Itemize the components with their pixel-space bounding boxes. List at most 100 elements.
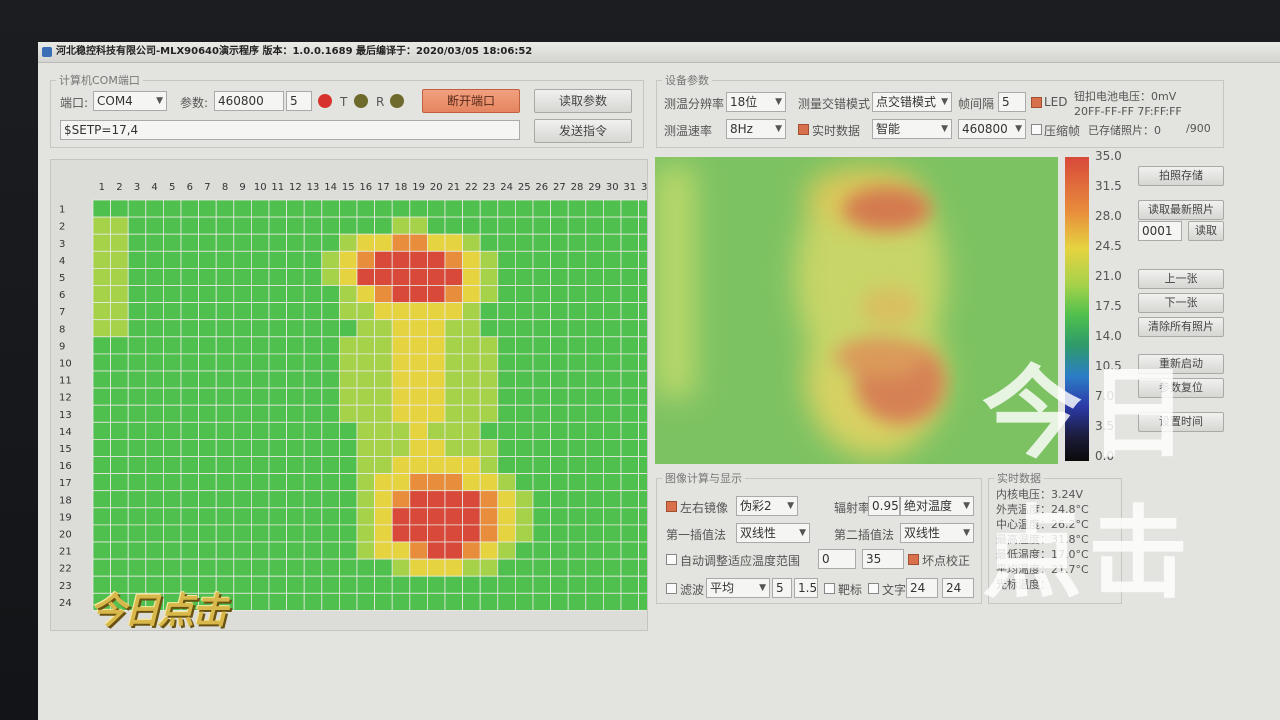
grid-col-header: 12 xyxy=(289,182,302,193)
grid-cell xyxy=(356,285,376,304)
target-checkbox[interactable] xyxy=(824,583,835,594)
temp-mode-select[interactable]: 绝对温度 ▼ xyxy=(900,496,974,516)
photo-save-button[interactable]: 拍照存储 xyxy=(1138,166,1224,186)
grid-cell xyxy=(462,575,481,594)
grid-cell xyxy=(110,285,129,304)
photo-index-input[interactable]: 0001 xyxy=(1138,221,1182,241)
grid-row-header: 6 xyxy=(59,290,65,301)
prev-photo-button[interactable]: 上一张 xyxy=(1138,269,1224,289)
grid-cell xyxy=(163,216,182,235)
grid-cell xyxy=(145,336,164,355)
palette-select[interactable]: 伪彩2 ▼ xyxy=(736,496,798,516)
grid-cell xyxy=(479,285,499,304)
text-size-a-input[interactable]: 24 xyxy=(906,578,938,598)
grid-cell xyxy=(462,541,481,560)
grid-cell xyxy=(198,302,217,321)
realtime-checkbox[interactable] xyxy=(798,124,809,135)
interleave-select[interactable]: 点交错模式 ▼ xyxy=(872,92,952,112)
filter-k-input[interactable]: 1.5 xyxy=(794,578,818,598)
rate-select[interactable]: 8Hz ▼ xyxy=(726,119,786,139)
device-baud-select[interactable]: 460800 ▼ xyxy=(958,119,1026,139)
grid-cell xyxy=(356,353,376,372)
grid-cell xyxy=(356,387,376,406)
grid-cell xyxy=(391,387,411,406)
text-size-b-input[interactable]: 24 xyxy=(942,578,974,598)
grid-cell xyxy=(127,490,147,509)
grid-cell xyxy=(426,421,446,440)
interp2-select[interactable]: 双线性 ▼ xyxy=(900,523,974,543)
grid-cell xyxy=(127,336,147,355)
send-command-button[interactable]: 发送指令 xyxy=(534,119,632,143)
read-latest-photo-button[interactable]: 读取最新照片 xyxy=(1138,200,1224,220)
grid-cell xyxy=(250,302,270,321)
grid-cell xyxy=(638,216,647,235)
command-input[interactable]: $SETP=17,4 xyxy=(60,120,520,140)
interp1-select[interactable]: 双线性 ▼ xyxy=(736,523,810,543)
grid-cell xyxy=(391,268,411,286)
grid-cell xyxy=(550,216,569,235)
frame-interval-input[interactable]: 5 xyxy=(998,92,1026,112)
bad-point-checkbox[interactable] xyxy=(908,554,919,565)
grid-cell xyxy=(92,558,112,577)
grid-cell xyxy=(426,199,446,218)
grid-cell xyxy=(514,490,534,509)
grid-cell xyxy=(638,233,647,252)
emissivity-input[interactable]: 0.95 xyxy=(868,496,900,516)
filter-select[interactable]: 平均 ▼ xyxy=(706,578,770,598)
image-display-group-label: 图像计算与显示 xyxy=(662,470,745,486)
chevron-down-icon: ▼ xyxy=(775,97,782,107)
grid-cell xyxy=(286,199,305,218)
grid-cell xyxy=(92,268,112,286)
grid-cell xyxy=(286,473,305,492)
mode-select[interactable]: 智能 ▼ xyxy=(872,119,952,139)
grid-cell xyxy=(374,592,393,611)
disconnect-button[interactable]: 断开端口 xyxy=(422,89,520,113)
grid-cell xyxy=(180,336,200,355)
grid-cell xyxy=(127,353,147,372)
grid-cell xyxy=(163,421,182,440)
read-params-button[interactable]: 读取参数 xyxy=(534,89,632,113)
grid-cell xyxy=(374,370,393,389)
resolution-select[interactable]: 18位 ▼ xyxy=(726,92,786,112)
grid-cell xyxy=(127,524,147,543)
compress-checkbox[interactable] xyxy=(1031,124,1042,135)
grid-col-header: 15 xyxy=(342,182,355,193)
grid-row-header: 14 xyxy=(59,427,72,438)
grid-cell xyxy=(514,319,534,338)
grid-cell xyxy=(479,456,499,475)
led-checkbox[interactable] xyxy=(1031,97,1042,108)
grid-cell xyxy=(198,438,217,457)
grid-cell xyxy=(268,336,288,355)
mirror-checkbox[interactable] xyxy=(666,501,677,512)
auto-range-checkbox[interactable] xyxy=(666,554,677,565)
grid-cell xyxy=(338,592,358,611)
grid-cell xyxy=(92,302,112,321)
grid-cell xyxy=(92,421,112,440)
grid-cell xyxy=(321,370,340,389)
grid-cell xyxy=(268,438,288,457)
grid-cell xyxy=(638,592,647,611)
grid-cell xyxy=(550,268,569,286)
port-select[interactable]: COM4 ▼ xyxy=(93,91,167,111)
grid-cell xyxy=(550,404,569,423)
param-number-input[interactable]: 5 xyxy=(286,91,312,111)
filter-n-input[interactable]: 5 xyxy=(772,578,792,598)
grid-cell xyxy=(198,558,217,577)
text-checkbox[interactable] xyxy=(868,583,879,594)
range-max-input[interactable]: 35 xyxy=(862,549,904,569)
range-min-input[interactable]: 0 xyxy=(818,549,856,569)
filter-checkbox[interactable] xyxy=(666,583,677,594)
device-hex-id: 20FF-FF-FF 7F:FF:FF xyxy=(1074,105,1182,118)
grid-cell xyxy=(286,558,305,577)
grid-cell xyxy=(198,507,217,526)
grid-cell xyxy=(514,353,534,372)
grid-cell xyxy=(233,473,252,492)
next-photo-button[interactable]: 下一张 xyxy=(1138,293,1224,313)
grid-cell xyxy=(145,233,164,252)
grid-cell xyxy=(180,490,200,509)
read-photo-button[interactable]: 读取 xyxy=(1188,221,1224,241)
temperature-grid-panel: 1 2 3 4 5 6 7 8 9 10 11 12 13 14 15 16 17 18 19 20 21 22 23 24 2… xyxy=(50,159,648,631)
grid-cell xyxy=(250,250,270,269)
grid-cell xyxy=(127,302,147,321)
baud-input[interactable]: 460800 xyxy=(214,91,284,111)
